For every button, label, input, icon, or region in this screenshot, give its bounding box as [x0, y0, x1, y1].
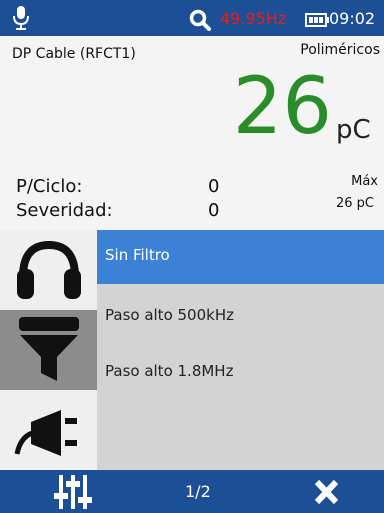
bottom-bar: 1/2	[0, 470, 384, 513]
battery-icon	[305, 13, 329, 27]
headphones-icon	[16, 240, 81, 299]
headphones-button[interactable]	[0, 230, 97, 310]
clock: 09:02	[329, 9, 376, 28]
filter-option-1-8mhz[interactable]: Paso alto 1.8MHz	[97, 346, 384, 400]
material-label: Poliméricos	[300, 42, 380, 58]
cable-name: DP Cable (RFCT1)	[12, 46, 136, 62]
per-cycle-value: 0	[208, 176, 220, 197]
filter-option-500khz[interactable]: Paso alto 500kHz	[97, 290, 384, 344]
filter-option-label: Paso alto 500kHz	[105, 306, 234, 324]
severity-value: 0	[208, 200, 220, 221]
filter-list: Sin Filtro Paso alto 500kHz Paso alto 1.…	[97, 230, 384, 470]
close-icon[interactable]	[313, 479, 340, 505]
filter-icon	[18, 317, 79, 381]
plug-button[interactable]	[0, 390, 97, 470]
filter-option-label: Paso alto 1.8MHz	[105, 362, 234, 380]
plug-icon	[14, 410, 77, 456]
filter-option-label: Sin Filtro	[105, 246, 170, 264]
page-indicator: 1/2	[185, 482, 211, 501]
pd-value: 26	[232, 62, 332, 152]
filter-option-none[interactable]: Sin Filtro	[97, 230, 384, 284]
max-label: Máx	[351, 174, 378, 189]
max-value: 26 pC	[335, 196, 374, 211]
search-icon[interactable]	[189, 9, 211, 31]
per-cycle-label: P/Ciclo:	[16, 176, 83, 197]
filter-button[interactable]	[0, 310, 97, 390]
severity-label: Severidad:	[16, 200, 113, 221]
status-bar: 49.95Hz 09:02	[0, 0, 384, 36]
microphone-icon[interactable]	[10, 5, 32, 31]
pd-unit: pC	[336, 115, 371, 145]
equalizer-icon[interactable]	[53, 473, 93, 511]
frequency-readout: 49.95Hz	[220, 9, 287, 28]
